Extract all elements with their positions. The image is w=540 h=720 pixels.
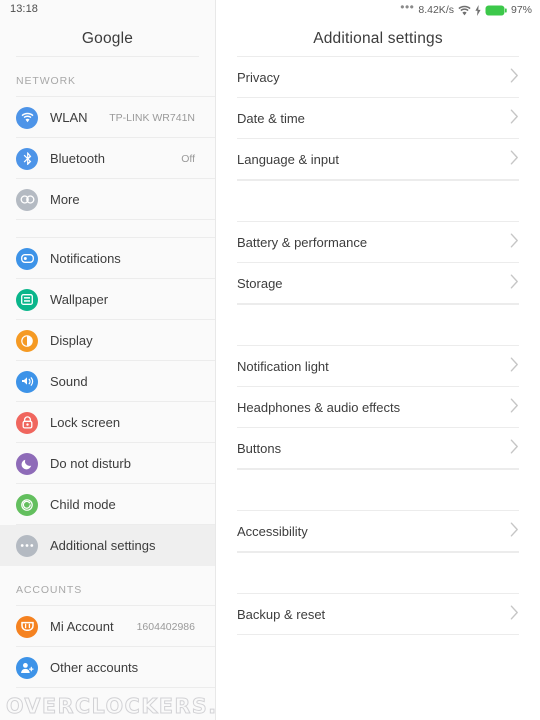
sidebar-item-value: 1604402986 xyxy=(136,620,195,633)
mi-account-icon xyxy=(16,615,38,638)
settings-row-label: Accessibility xyxy=(237,524,308,539)
additional-settings-icon xyxy=(16,534,38,557)
sidebar-section-label: NETWORK xyxy=(16,75,76,87)
wallpaper-icon xyxy=(16,288,38,311)
chevron-right-icon xyxy=(510,109,519,129)
settings-row-label: Battery & performance xyxy=(237,235,368,250)
sidebar-item-child-mode[interactable]: Child mode xyxy=(0,484,215,525)
sidebar-item-other-accounts[interactable]: Other accounts xyxy=(0,647,215,688)
lock-screen-icon xyxy=(16,411,38,434)
settings-row-backup-reset[interactable]: Backup & reset xyxy=(216,594,540,635)
sidebar-item-wlan[interactable]: WLAN TP-LINK WR741N xyxy=(0,97,215,138)
settings-row-label: Backup & reset xyxy=(237,607,326,622)
settings-row-label: Privacy xyxy=(237,70,280,85)
settings-group-divider-top xyxy=(237,304,519,305)
chevron-right-icon xyxy=(510,233,519,253)
sidebar-item-wallpaper[interactable]: Wallpaper xyxy=(0,279,215,320)
sidebar-title: Google xyxy=(81,30,134,47)
sidebar-item-notifications[interactable]: Notifications xyxy=(0,238,215,279)
sidebar-item-label: WLAN xyxy=(50,110,88,125)
sidebar-item-bluetooth[interactable]: Bluetooth Off xyxy=(0,138,215,179)
sidebar-item-divider xyxy=(16,687,215,688)
sidebar-item-label: Bluetooth xyxy=(50,151,105,166)
sound-icon xyxy=(16,370,38,393)
do-not-disturb-icon xyxy=(16,452,38,475)
settings-row-battery-performance[interactable]: Battery & performance xyxy=(216,222,540,263)
sidebar-item-label: Wallpaper xyxy=(50,292,109,307)
sidebar-item-divider xyxy=(16,565,215,566)
settings-group-divider-top xyxy=(237,552,519,553)
settings-group-gap xyxy=(216,180,540,222)
settings-row-label: Buttons xyxy=(237,441,282,456)
sidebar-item-label: Additional settings xyxy=(50,538,156,553)
settings-row-storage[interactable]: Storage xyxy=(216,263,540,304)
sidebar-header: Google xyxy=(0,0,215,56)
sidebar-item-label: Sound xyxy=(50,374,88,389)
main-panel: Additional settings Privacy Date & time La… xyxy=(216,0,540,720)
settings-row-notification-light[interactable]: Notification light xyxy=(216,346,540,387)
settings-row-divider xyxy=(237,634,519,635)
wlan-icon xyxy=(16,106,38,129)
sidebar-item-lock-screen[interactable]: Lock screen xyxy=(0,402,215,443)
chevron-right-icon xyxy=(510,68,519,88)
sidebar-item-label: Display xyxy=(50,333,93,348)
chevron-right-icon xyxy=(510,398,519,418)
settings-row-label: Storage xyxy=(237,276,283,291)
sidebar-item-additional-settings[interactable]: Additional settings xyxy=(0,525,215,566)
sidebar-item-value: TP-LINK WR741N xyxy=(109,111,195,124)
settings-group-gap xyxy=(216,552,540,594)
sidebar-item-do-not-disturb[interactable]: Do not disturb xyxy=(0,443,215,484)
settings-group-divider-top xyxy=(237,469,519,470)
chevron-right-icon xyxy=(510,605,519,625)
notifications-icon xyxy=(16,247,38,270)
sidebar-item-label: Notifications xyxy=(50,251,121,266)
sidebar-item-divider xyxy=(16,219,215,220)
settings-group-gap xyxy=(216,304,540,346)
settings-row-headphones-audio-effects[interactable]: Headphones & audio effects xyxy=(216,387,540,428)
sidebar-item-value: Off xyxy=(181,152,195,165)
settings-row-accessibility[interactable]: Accessibility xyxy=(216,511,540,552)
sidebar-item-more[interactable]: More xyxy=(0,179,215,220)
display-icon xyxy=(16,329,38,352)
chevron-right-icon xyxy=(510,150,519,170)
settings-row-privacy[interactable]: Privacy xyxy=(216,57,540,98)
settings-group-divider-top xyxy=(237,180,519,181)
settings-row-label: Notification light xyxy=(237,359,329,374)
other-accounts-icon xyxy=(16,656,38,679)
settings-list: Privacy Date & time Language & input Batter… xyxy=(216,57,540,635)
sidebar-list: NETWORK WLAN TP-LINK WR741N Bluetooth Off Mor… xyxy=(0,57,215,688)
site-watermark: OVERCLOCKERS.UA xyxy=(5,694,216,719)
sidebar: Google NETWORK WLAN TP-LINK WR741N Bluetoot… xyxy=(0,0,216,720)
settings-group-gap xyxy=(216,469,540,511)
child-mode-icon xyxy=(16,493,38,516)
sidebar-item-display[interactable]: Display xyxy=(0,320,215,361)
sidebar-item-label: Do not disturb xyxy=(50,456,131,471)
chevron-right-icon xyxy=(510,274,519,294)
sidebar-item-mi-account[interactable]: Mi Account 1604402986 xyxy=(0,606,215,647)
bluetooth-icon xyxy=(16,147,38,170)
settings-row-date-time[interactable]: Date & time xyxy=(216,98,540,139)
chevron-right-icon xyxy=(510,357,519,377)
settings-row-label: Language & input xyxy=(237,152,339,167)
sidebar-item-label: Child mode xyxy=(50,497,116,512)
page-title: Additional settings xyxy=(313,30,443,47)
chevron-right-icon xyxy=(510,439,519,459)
settings-row-buttons[interactable]: Buttons xyxy=(216,428,540,469)
settings-row-label: Headphones & audio effects xyxy=(237,400,401,415)
sidebar-item-label: Mi Account xyxy=(50,619,114,634)
sidebar-item-label: Other accounts xyxy=(50,660,139,675)
more-icon xyxy=(16,188,38,211)
main-header: Additional settings xyxy=(216,0,540,56)
sidebar-section-label: ACCOUNTS xyxy=(16,584,83,596)
chevron-right-icon xyxy=(510,522,519,542)
sidebar-item-label: More xyxy=(50,192,80,207)
settings-screen: 13:18 ••• 8.42K/s 97% Google NETWORK WLAN… xyxy=(0,0,540,720)
sidebar-item-label: Lock screen xyxy=(50,415,121,430)
sidebar-item-sound[interactable]: Sound xyxy=(0,361,215,402)
settings-row-language-input[interactable]: Language & input xyxy=(216,139,540,180)
settings-row-label: Date & time xyxy=(237,111,305,126)
